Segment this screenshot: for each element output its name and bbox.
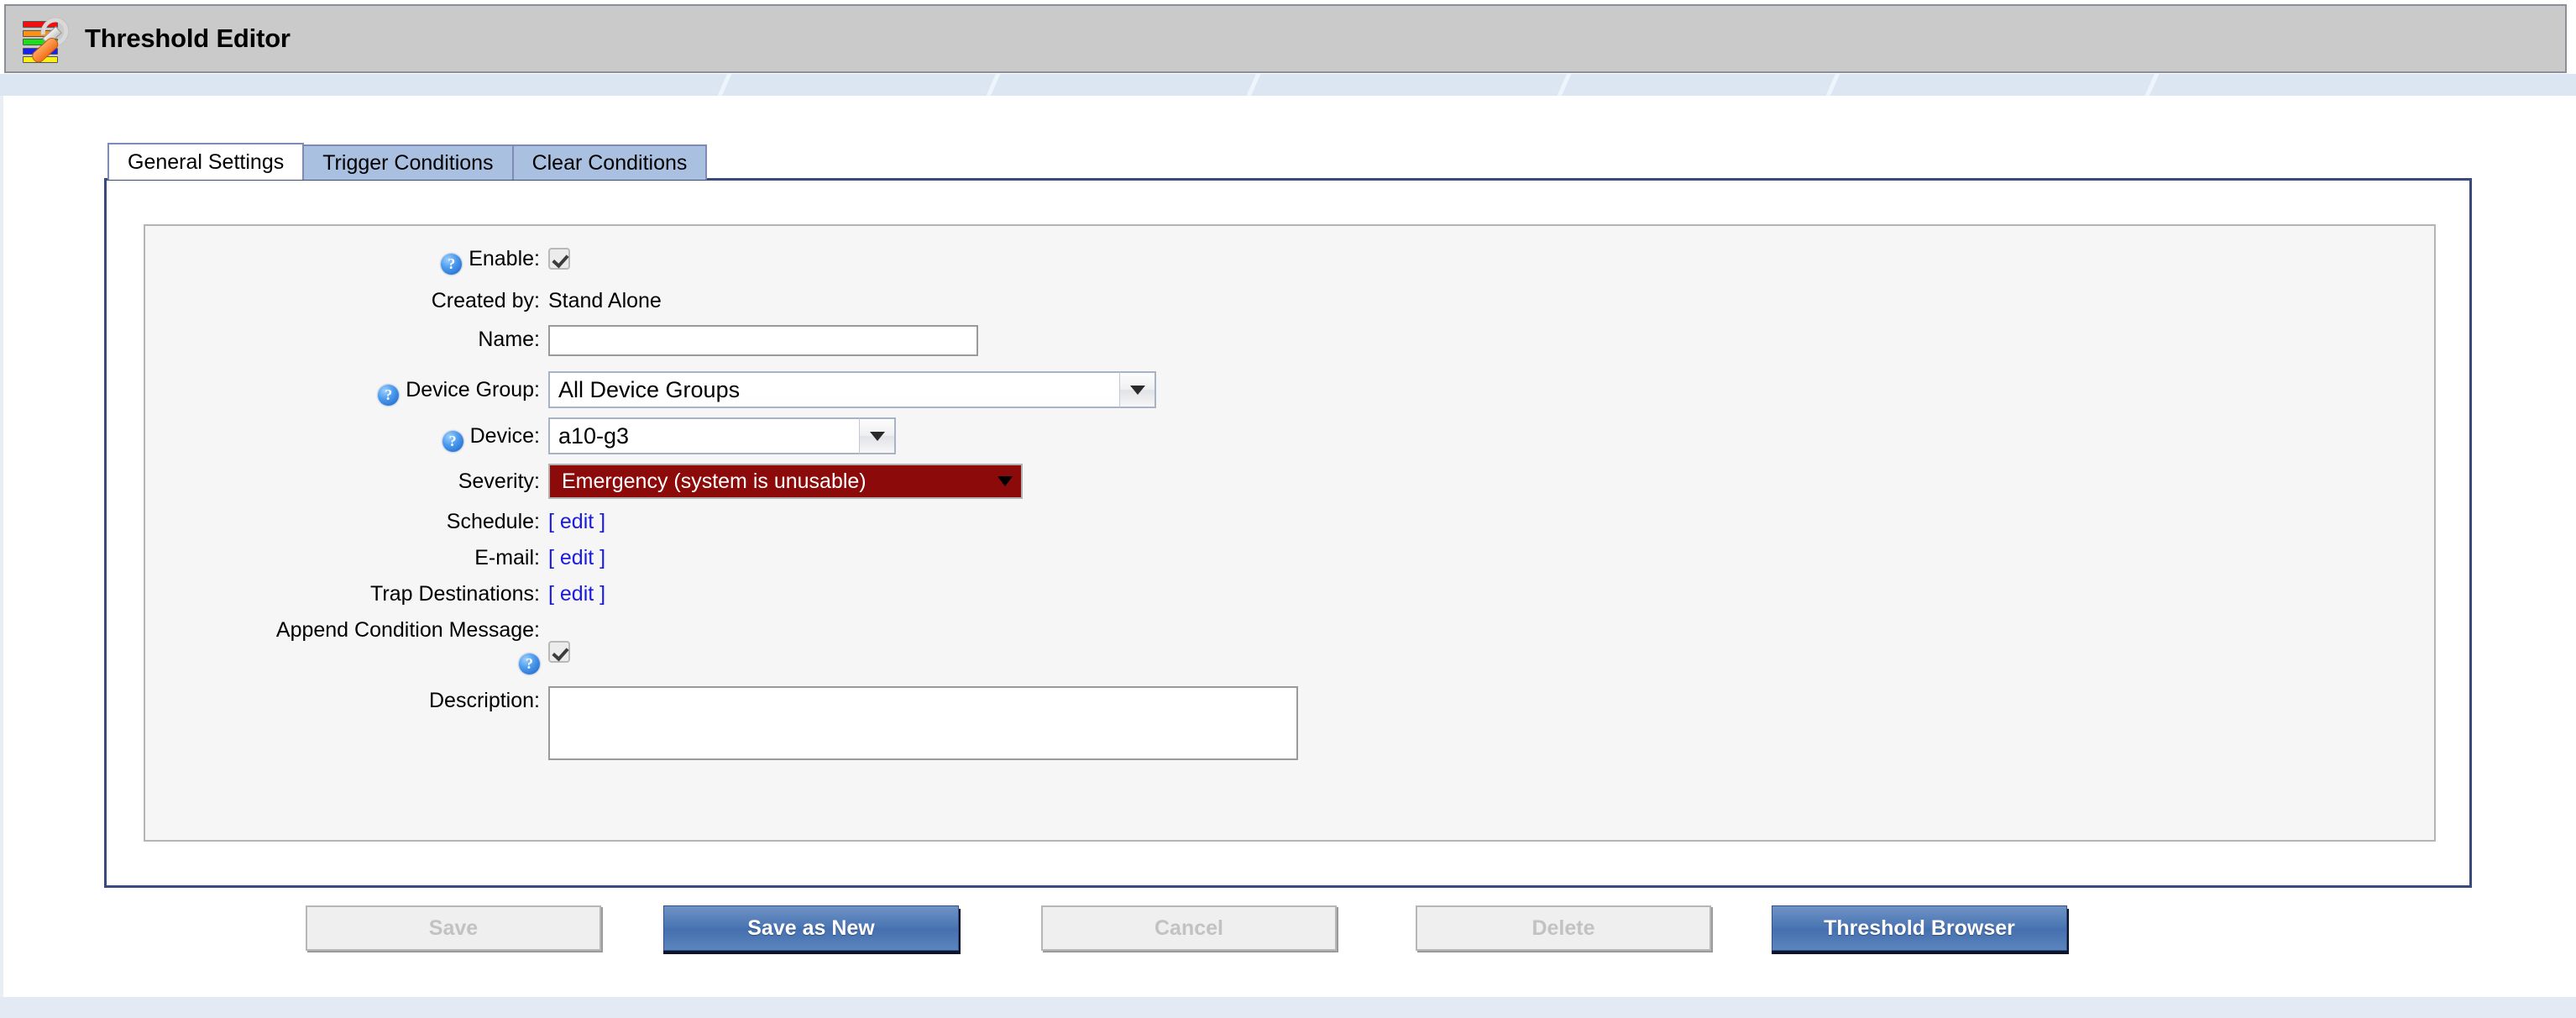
email-label: E-mail: bbox=[474, 546, 540, 569]
severity-label: Severity: bbox=[458, 470, 540, 493]
device-group-label-cell: ? Device Group: bbox=[145, 371, 548, 408]
schedule-edit-link[interactable]: [ edit ] bbox=[548, 507, 605, 536]
header-accent-band bbox=[0, 74, 2576, 96]
device-group-select[interactable]: All Device Groups bbox=[548, 371, 1156, 408]
append-condition-message-label: Append Condition Message: bbox=[275, 618, 540, 642]
threshold-browser-button-label: Threshold Browser bbox=[1824, 916, 2015, 940]
cancel-button[interactable]: Cancel bbox=[1041, 905, 1337, 951]
tab-general-settings[interactable]: General Settings bbox=[107, 143, 305, 180]
field-row-device: ? Device: a10-g3 bbox=[145, 417, 2434, 454]
device-label: Device: bbox=[469, 424, 540, 448]
email-edit-link[interactable]: [ edit ] bbox=[548, 543, 605, 572]
help-icon-append-condition-message[interactable]: ? bbox=[519, 653, 540, 674]
chevron-down-icon bbox=[997, 476, 1013, 486]
help-icon-enable[interactable]: ? bbox=[441, 254, 463, 275]
save-button[interactable]: Save bbox=[306, 905, 601, 951]
field-row-email: E-mail: [ edit ] bbox=[145, 543, 2434, 572]
schedule-label: Schedule: bbox=[446, 510, 540, 533]
page-title: Threshold Editor bbox=[85, 24, 291, 53]
tab-trigger-conditions-label: Trigger Conditions bbox=[322, 150, 494, 175]
save-as-new-button-label: Save as New bbox=[747, 916, 875, 940]
trap-destinations-label: Trap Destinations: bbox=[370, 582, 540, 606]
device-dropdown-button[interactable] bbox=[859, 417, 896, 454]
created-by-value: Stand Alone bbox=[548, 289, 662, 312]
append-condition-message-label-cell: Append Condition Message:? bbox=[145, 616, 548, 674]
enable-checkbox[interactable] bbox=[548, 248, 570, 270]
cancel-button-label: Cancel bbox=[1154, 916, 1223, 940]
threshold-bars-wrench-icon bbox=[18, 12, 74, 66]
tab-trigger-conditions[interactable]: Trigger Conditions bbox=[302, 144, 514, 180]
device-group-label: Device Group: bbox=[406, 378, 540, 401]
field-row-created-by: Created by: Stand Alone bbox=[145, 286, 2434, 315]
enable-label: Enable: bbox=[469, 247, 540, 270]
enable-label-cell: ? Enable: bbox=[145, 244, 548, 275]
save-as-new-button[interactable]: Save as New bbox=[663, 905, 959, 951]
severity-value: Emergency (system is unusable) bbox=[562, 469, 867, 493]
name-input[interactable] bbox=[548, 325, 978, 356]
tab-general-settings-label: General Settings bbox=[128, 150, 285, 174]
help-icon-device[interactable]: ? bbox=[442, 431, 463, 452]
severity-select[interactable]: Emergency (system is unusable) bbox=[548, 464, 1023, 499]
device-group-value: All Device Groups bbox=[548, 371, 1119, 408]
tab-bar: General Settings Trigger Conditions Clea… bbox=[107, 143, 708, 180]
device-label-cell: ? Device: bbox=[145, 417, 548, 454]
delete-button-label: Delete bbox=[1531, 916, 1595, 940]
threshold-browser-button[interactable]: Threshold Browser bbox=[1772, 905, 2067, 951]
field-row-name: Name: bbox=[145, 325, 2434, 356]
description-label: Description: bbox=[429, 689, 540, 712]
action-button-bar: Save Save as New Cancel Delete Threshold… bbox=[104, 905, 2472, 951]
created-by-label: Created by: bbox=[431, 289, 540, 312]
device-value: a10-g3 bbox=[548, 417, 859, 454]
field-row-append-condition-message: Append Condition Message:? bbox=[145, 616, 2434, 674]
device-select[interactable]: a10-g3 bbox=[548, 417, 896, 454]
field-row-severity: Severity: Emergency (system is unusable) bbox=[145, 464, 2434, 499]
tab-clear-conditions[interactable]: Clear Conditions bbox=[511, 144, 708, 180]
chevron-down-icon bbox=[1129, 385, 1145, 395]
device-group-dropdown-button[interactable] bbox=[1119, 371, 1156, 408]
help-icon-device-group[interactable]: ? bbox=[378, 385, 400, 406]
name-label: Name: bbox=[478, 328, 540, 351]
delete-button[interactable]: Delete bbox=[1416, 905, 1711, 951]
window-titlebar: Threshold Editor bbox=[4, 4, 2567, 73]
page-bottom-strip bbox=[0, 997, 2576, 1018]
save-button-label: Save bbox=[428, 916, 479, 940]
field-row-device-group: ? Device Group: All Device Groups bbox=[145, 371, 2434, 408]
trap-destinations-edit-link[interactable]: [ edit ] bbox=[548, 580, 605, 608]
field-row-trap-destinations: Trap Destinations: [ edit ] bbox=[145, 580, 2434, 608]
field-row-enable: ? Enable: bbox=[145, 244, 2434, 275]
page-left-edge bbox=[0, 96, 3, 997]
append-condition-message-checkbox[interactable] bbox=[548, 641, 570, 663]
settings-form: ? Enable: Created by: Stand Alone Name: bbox=[144, 224, 2436, 842]
chevron-down-icon bbox=[869, 431, 885, 441]
tab-clear-conditions-label: Clear Conditions bbox=[531, 150, 688, 175]
field-row-schedule: Schedule: [ edit ] bbox=[145, 507, 2434, 536]
field-row-description: Description: bbox=[145, 686, 2434, 760]
general-settings-panel: ? Enable: Created by: Stand Alone Name: bbox=[104, 178, 2472, 888]
description-textarea[interactable] bbox=[548, 686, 1298, 760]
